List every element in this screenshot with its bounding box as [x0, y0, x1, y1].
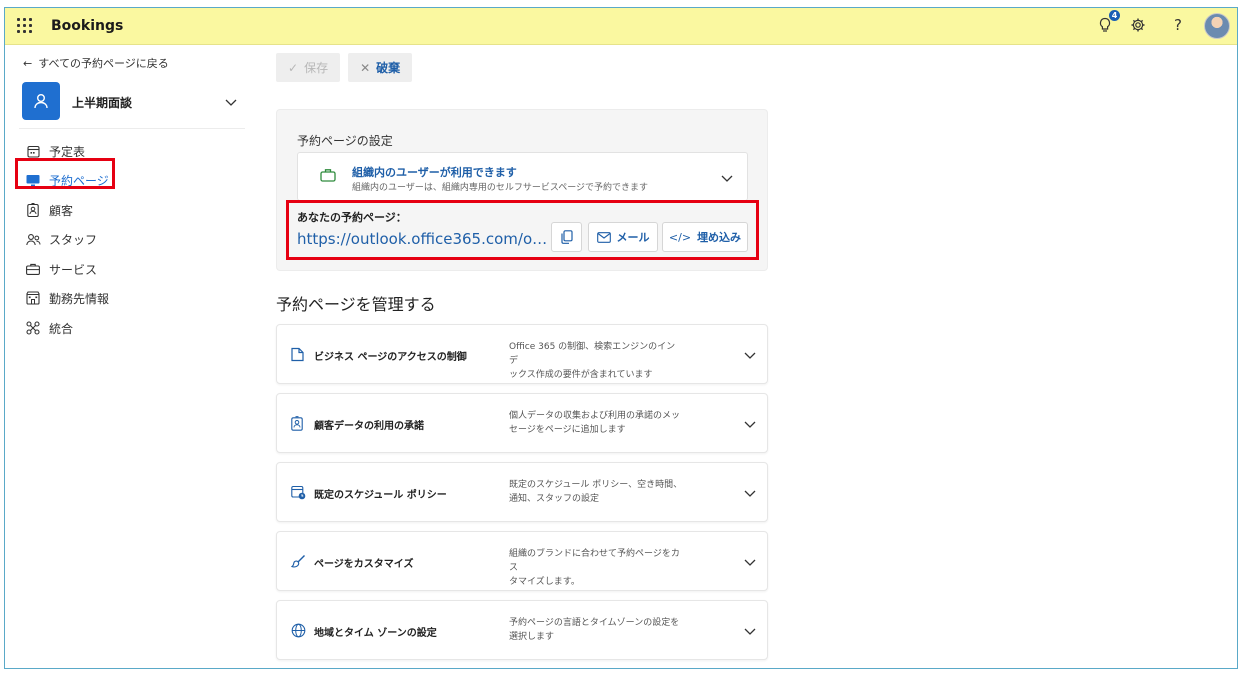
- manage-item-access-control[interactable]: ビジネス ページのアクセスの制御 Office 365 の制御、検索エンジンのイ…: [276, 324, 768, 384]
- access-main-label: 組織内のユーザーが利用できます: [352, 166, 517, 179]
- booking-page-settings-card: 予約ページの設定 組織内のユーザーが利用できます 組織内のユーザーは、組織内専用…: [276, 109, 768, 271]
- avatar[interactable]: [1204, 13, 1230, 39]
- toolbar: ✓ 保存 ✕ 破棄: [276, 53, 413, 82]
- manage-item-desc: 個人データの収集および利用の承諾のメッ セージをページに追加します: [509, 411, 681, 435]
- sidebar-item-integrations[interactable]: 統合: [19, 315, 239, 341]
- sidebar-item-label: 顧客: [49, 203, 74, 218]
- manage-item-title: 既定のスケジュール ポリシー: [314, 490, 447, 501]
- manage-item-scheduling-policy[interactable]: 既定のスケジュール ポリシー 既定のスケジュール ポリシー、空き時間、 通知、スタ…: [276, 462, 768, 522]
- sidebar-item-staff[interactable]: スタッフ: [19, 226, 239, 252]
- building-icon: [25, 290, 41, 306]
- calendar-icon: [25, 143, 41, 159]
- sidebar-item-label: 勤務先情報: [49, 291, 110, 306]
- save-button-label: 保存: [304, 61, 329, 75]
- notification-badge: 4: [1109, 10, 1120, 21]
- sidebar: ← すべての予約ページに戻る 上半期面談 予定表 予約ページ 顧客 スタッフ サ…: [5, 46, 255, 666]
- sidebar-item-label: サービス: [49, 262, 98, 277]
- close-icon: ✕: [360, 60, 371, 75]
- back-link-label: すべての予約ページに戻る: [38, 57, 169, 70]
- page-icon: [291, 347, 307, 363]
- highlight-box: [15, 158, 115, 189]
- briefcase-icon: [320, 168, 336, 185]
- save-button[interactable]: ✓ 保存: [276, 53, 341, 82]
- top-bar: Bookings 4 ?: [5, 8, 1237, 45]
- service-name[interactable]: 上半期面談: [72, 94, 132, 111]
- briefcase-icon: [25, 261, 41, 277]
- checkmark-icon: ✓: [288, 60, 299, 75]
- manage-heading: 予約ページを管理する: [276, 295, 436, 314]
- manage-item-desc: Office 365 の制御、検索エンジンのインデ ックス作成の要件が含まれていま…: [509, 342, 676, 380]
- chevron-down-icon: [744, 418, 756, 432]
- sidebar-item-customers[interactable]: 顧客: [19, 197, 239, 223]
- chevron-down-icon: [744, 349, 756, 363]
- manage-item-title: ビジネス ページのアクセスの制御: [314, 352, 467, 363]
- manage-item-title: ページをカスタマイズ: [314, 559, 414, 570]
- globe-icon: [291, 623, 307, 639]
- manage-item-consent[interactable]: 顧客データの利用の承諾 個人データの収集および利用の承諾のメッ セージをページに追…: [276, 393, 768, 453]
- access-dropdown[interactable]: 組織内のユーザーが利用できます 組織内のユーザーは、組織内専用のセルフサービスペ…: [297, 152, 748, 201]
- sidebar-item-label: 予定表: [49, 144, 86, 159]
- chevron-down-icon: [744, 556, 756, 570]
- integration-icon: [25, 320, 41, 336]
- sidebar-item-business-info[interactable]: 勤務先情報: [19, 285, 239, 311]
- access-sub-label: 組織内のユーザーは、組織内専用のセルフサービスページで予約できます: [352, 183, 649, 193]
- manage-item-customize[interactable]: ページをカスタマイズ 組織のブランドに合わせて予約ページをカス タマイズします。: [276, 531, 768, 591]
- person-icon: [34, 94, 48, 109]
- chevron-down-icon: [744, 487, 756, 501]
- calendar-clock-icon: [291, 485, 307, 501]
- discard-button-label: 破棄: [376, 61, 401, 75]
- manage-item-desc: 既定のスケジュール ポリシー、空き時間、 通知、スタッフの設定: [509, 480, 683, 504]
- manage-item-desc: 予約ページの言語とタイムゾーンの設定を 選択します: [509, 618, 680, 642]
- settings-title: 予約ページの設定: [297, 134, 393, 148]
- contact-card-icon: [291, 416, 307, 432]
- sidebar-item-services[interactable]: サービス: [19, 256, 239, 282]
- chevron-down-icon[interactable]: [225, 96, 237, 110]
- sidebar-item-label: 統合: [49, 321, 74, 336]
- app-window: Bookings 4 ? ← すべての予約ページに戻る 上半期面談 予定表 予約…: [4, 7, 1238, 669]
- arrow-left-icon: ←: [23, 56, 33, 70]
- back-link[interactable]: ← すべての予約ページに戻る: [23, 55, 169, 71]
- manage-item-title: 地域とタイム ゾーンの設定: [314, 628, 437, 639]
- manage-item-title: 顧客データの利用の承諾: [314, 421, 424, 432]
- discard-button[interactable]: ✕ 破棄: [348, 53, 413, 82]
- manage-item-region-timezone[interactable]: 地域とタイム ゾーンの設定 予約ページの言語とタイムゾーンの設定を 選択します: [276, 600, 768, 660]
- highlight-box: [286, 200, 759, 260]
- manage-item-desc: 組織のブランドに合わせて予約ページをカス タマイズします。: [509, 549, 680, 587]
- contact-card-icon: [25, 202, 41, 218]
- service-tile: [22, 82, 60, 120]
- help-icon[interactable]: ?: [1166, 13, 1190, 37]
- gear-icon[interactable]: [1126, 13, 1150, 37]
- tips-lightbulb-icon[interactable]: 4: [1093, 10, 1120, 37]
- people-icon: [25, 231, 41, 247]
- chevron-down-icon: [744, 625, 756, 639]
- app-title: Bookings: [51, 18, 124, 34]
- app-launcher-icon[interactable]: [17, 18, 33, 34]
- sidebar-item-label: スタッフ: [49, 232, 98, 247]
- paint-brush-icon: [290, 554, 307, 570]
- divider: [19, 128, 245, 129]
- chevron-down-icon: [721, 172, 733, 186]
